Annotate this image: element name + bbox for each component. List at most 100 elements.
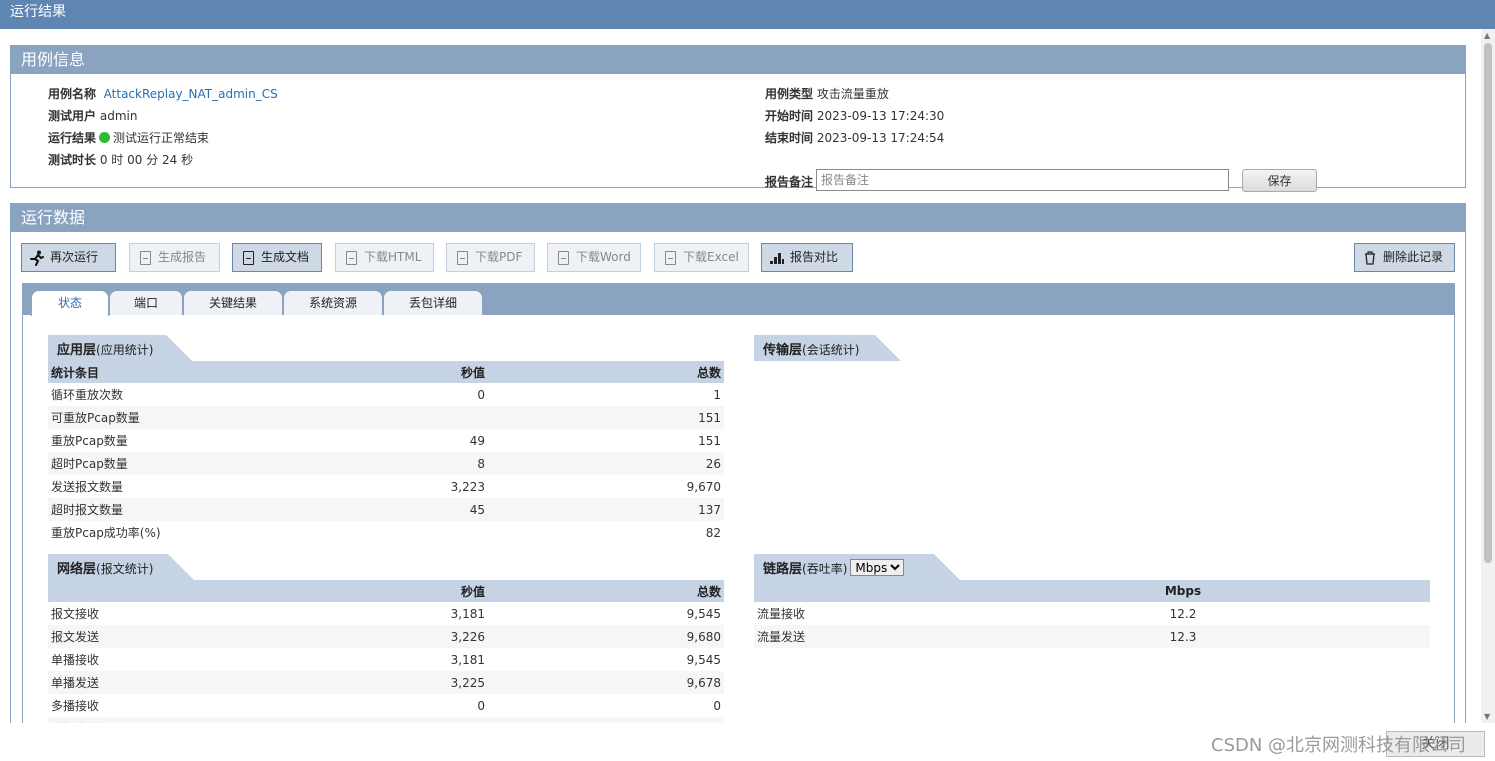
report-compare-label: 报告对比 [790,250,839,264]
transport-layer-section: 传输层(会话统计) [754,335,1430,361]
app-layer-cell: 3,223 [450,479,485,494]
generate-report-button[interactable]: 生成报告 [129,243,220,272]
run-result-value: 测试运行正常结束 [113,131,210,145]
link-layer-row: 流量发送 12.3 [754,625,1430,648]
app-layer-row: 重放Pcap数量 49 151 [48,429,724,452]
link-col-mbps: Mbps [1054,580,1312,602]
network-layer-row: 报文接收 3,181 9,545 [48,602,724,625]
duration-value: 0 时 00 分 24 秒 [99,153,194,167]
rerun-button[interactable]: 再次运行 [21,243,116,272]
case-name-label: 用例名称 [48,87,97,101]
network-layer-row: 单播发送 3,225 9,678 [48,671,724,694]
network-layer-cell: 0 [713,698,721,713]
vertical-scrollbar[interactable]: ▲ ▼ [1481,29,1495,723]
case-type-value: 攻击流量重放 [816,87,889,101]
download-pdf-button[interactable]: 下载PDF [446,243,535,272]
download-word-button[interactable]: 下载Word [547,243,641,272]
download-pdf-label: 下载PDF [475,250,523,264]
link-layer-cell: 12.2 [1169,606,1197,621]
download-html-button[interactable]: 下载HTML [335,243,434,272]
app-layer-cell: 82 [705,525,721,540]
link-layer-header: 链路层(吞吐率) Mbps [754,554,1430,580]
save-button[interactable]: 保存 [1242,169,1317,192]
link-layer-table: Mbps 流量接收 12.2 流量发送 12.3 [754,580,1430,648]
app-layer-cell: 1 [713,387,721,402]
duration-label: 测试时长 [48,153,97,167]
app-layer-cell: 超时Pcap数量 [48,452,268,475]
throughput-unit-select[interactable]: Mbps [850,559,905,576]
transport-layer-subtitle: (会话统计) [802,343,860,357]
tab-ports[interactable]: 端口 [109,290,183,315]
link-layer-row: 流量接收 12.2 [754,602,1430,625]
app-layer-table: 统计条目 秒值 总数 循环重放次数 0 1 可重放Pcap数量 151 重放Pcap数量 4… [48,361,724,544]
network-layer-section: 网络层(报文统计) 秒值 总数 报文接收 3,181 9,545 报文发送 3,226 9… [48,554,724,723]
generate-doc-button[interactable]: 生成文档 [232,243,322,272]
scrollbar-thumb[interactable] [1484,43,1492,563]
network-layer-cell: 3,225 [268,671,488,694]
link-layer-section: 链路层(吞吐率) Mbps Mbps 流量接收 12.2 流量发送 12.3 [754,554,1430,648]
run-result-row: 运行结果 测试运行正常结束 [48,129,209,146]
start-time-value: 2023-09-13 17:24:30 [816,109,945,123]
network-layer-cell: 单播发送 [48,671,268,694]
end-time-value: 2023-09-13 17:24:54 [816,131,945,145]
network-layer-cell: 0 [477,698,485,713]
transport-layer-title: 传输层 [763,343,803,358]
network-layer-cell: 3,226 [268,625,488,648]
network-layer-cell: 9,678 [488,671,724,694]
app-layer-cell: 9,670 [686,479,721,494]
html-file-icon [344,250,358,266]
col-total: 总数 [488,361,724,383]
download-excel-button[interactable]: 下载Excel [654,243,749,272]
transport-layer-header: 传输层(会话统计) [754,335,1430,361]
network-layer-subtitle: (报文统计) [96,562,154,576]
generate-doc-label: 生成文档 [261,250,310,264]
main-scroll-area: 用例信息 用例名称 AttackReplay_NAT_admin_CS 测试用户… [0,29,1481,723]
tab-packet-loss[interactable]: 丢包详细 [383,290,483,315]
app-layer-row: 重放Pcap成功率(%) 82 [48,521,724,544]
running-man-icon [30,250,44,266]
app-layer-cell: 151 [488,406,724,429]
app-layer-row: 超时Pcap数量 8 26 [48,452,724,475]
tab-key-results[interactable]: 关键结果 [183,290,283,315]
end-time-row: 结束时间 2023-09-13 17:24:54 [765,129,944,146]
status-ok-icon [99,132,111,143]
network-layer-cell: 3,181 [450,606,485,621]
network-layer-cell: 9,545 [686,652,721,667]
app-layer-cell: 151 [698,433,721,448]
network-layer-cell: 9,680 [488,625,724,648]
delete-record-button[interactable]: 删除此记录 [1354,243,1455,272]
app-layer-cell: 重放Pcap数量 [51,434,128,448]
generate-report-label: 生成报告 [158,250,207,264]
app-layer-cell [268,406,488,429]
link-col-item [754,580,1054,602]
app-layer-cell: 49 [469,433,485,448]
network-layer-row: 多播接收 0 0 [48,694,724,717]
pdf-doc-icon [241,250,255,266]
excel-file-icon [663,250,677,266]
report-compare-button[interactable]: 报告对比 [761,243,853,272]
net-col-item [48,580,268,602]
app-layer-cell: 可重放Pcap数量 [48,406,268,429]
trash-icon [1363,250,1377,266]
tab-system-resources[interactable]: 系统资源 [283,290,383,315]
scroll-up-icon[interactable]: ▲ [1484,31,1490,40]
network-layer-table: 秒值 总数 报文接收 3,181 9,545 报文发送 3,226 9,680 单播接收 3,… [48,580,724,723]
run-data-title: 运行数据 [11,204,1465,232]
app-layer-cell: 45 [268,498,488,521]
app-layer-row: 发送报文数量 3,223 9,670 [48,475,724,498]
result-tabs: 状态 端口 关键结果 系统资源 丢包详细 应用层(应用统计) 统计条目 秒值 总… [22,283,1455,723]
test-user-value: admin [99,109,138,123]
test-user-label: 测试用户 [48,109,97,123]
network-layer-cell: 报文发送 [48,625,268,648]
case-name-link[interactable]: AttackReplay_NAT_admin_CS [104,87,278,101]
network-layer-cell: 单播接收 [51,653,100,667]
network-layer-header: 网络层(报文统计) [48,554,724,580]
app-layer-row: 超时报文数量 45 137 [48,498,724,521]
report-note-input[interactable] [816,169,1229,191]
scroll-down-icon[interactable]: ▼ [1484,712,1490,721]
report-note-row: 报告备注 [765,173,813,190]
tab-status[interactable]: 状态 [31,290,109,316]
case-info-title: 用例信息 [11,46,1465,74]
app-layer-cell: 超时报文数量 [48,498,268,521]
start-time-label: 开始时间 [765,109,814,123]
